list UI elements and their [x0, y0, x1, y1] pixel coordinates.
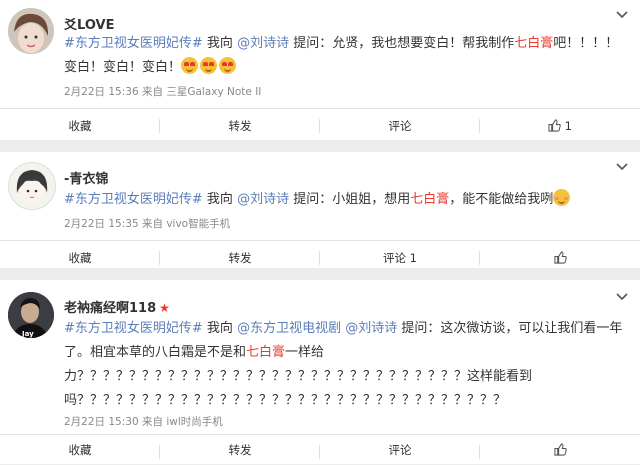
thumbs-up-icon: [553, 251, 567, 264]
text-segment: 我向: [202, 192, 238, 207]
topic-link[interactable]: #东方卫视女医明妃传#: [64, 321, 203, 336]
post-card: -青衣锦 #东方卫视女医明妃传# 我向 @刘诗诗 提问：小姐姐，想用七白膏，能不…: [0, 152, 640, 268]
avatar-image: [8, 8, 54, 54]
like-count: 1: [564, 119, 572, 133]
avatar-image: [9, 163, 55, 209]
chevron-down-icon[interactable]: [616, 8, 628, 22]
username[interactable]: -青衣锦: [64, 168, 108, 187]
post-meta: 2月22日 15:36 来自 三星Galaxy Note II: [64, 86, 262, 98]
text-segment: ，能不能做给我咧: [449, 192, 554, 207]
like-button[interactable]: [480, 435, 640, 465]
chevron-down-icon[interactable]: [616, 290, 628, 304]
mention-link[interactable]: @刘诗诗: [237, 36, 289, 51]
post-text: #东方卫视女医明妃传# 我向 @东方卫视电视剧 @刘诗诗 提问：这次微访谈，可以…: [64, 317, 630, 413]
comment-button[interactable]: 评论 1: [320, 241, 480, 275]
comment-button[interactable]: 评论: [320, 435, 480, 465]
username[interactable]: 老衲痛经啊118: [64, 301, 156, 316]
like-button[interactable]: 1: [480, 109, 640, 143]
avatar-image: Jay: [8, 292, 54, 338]
mention-link[interactable]: @刘诗诗: [345, 321, 397, 336]
repost-button[interactable]: 转发: [160, 241, 320, 275]
mention-link[interactable]: @东方卫视电视剧: [237, 321, 341, 336]
collect-button[interactable]: 收藏: [0, 435, 160, 465]
comment-label: 评论 1: [383, 251, 417, 265]
shy-face-icon: [553, 189, 571, 206]
heart-eyes-icon: [181, 57, 199, 74]
repost-label: 转发: [228, 251, 252, 265]
comment-label: 评论: [388, 119, 412, 133]
repost-label: 转发: [228, 443, 252, 457]
repost-label: 转发: [228, 119, 252, 133]
username[interactable]: 爻LOVE: [64, 14, 114, 33]
action-bar: 收藏 转发 评论: [0, 434, 640, 465]
avatar-text: Jay: [21, 330, 34, 338]
username-row: 老衲痛经啊118 ★: [64, 297, 170, 316]
action-bar: 收藏 转发 评论 1: [0, 108, 640, 143]
thumbs-up-icon: [553, 443, 567, 456]
comment-button[interactable]: 评论: [320, 109, 480, 143]
heart-eyes-icon: [219, 57, 237, 74]
text-segment: 我向: [202, 36, 238, 51]
post-card: Jay 老衲痛经啊118 ★ #东方卫视女医明妃传# 我向 @东方卫视电视剧 @刘…: [0, 280, 640, 464]
topic-link[interactable]: #东方卫视女医明妃传#: [64, 192, 203, 207]
repost-button[interactable]: 转发: [160, 435, 320, 465]
collect-label: 收藏: [68, 119, 92, 133]
text-segment: 我向: [202, 321, 238, 336]
thumbs-up-icon: [548, 119, 561, 132]
keyword-highlight[interactable]: 七白膏: [410, 192, 449, 207]
action-bar: 收藏 转发 评论 1: [0, 240, 640, 275]
post-text: #东方卫视女医明妃传# 我向 @刘诗诗 提问：允贤，我也想要变白！帮我制作七白膏…: [64, 32, 630, 80]
keyword-highlight[interactable]: 七白膏: [246, 345, 285, 360]
collect-button[interactable]: 收藏: [0, 241, 160, 275]
heart-eyes-icon: [200, 57, 218, 74]
post-meta: 2月22日 15:30 来自 iwl时尚手机: [64, 416, 223, 428]
topic-link[interactable]: #东方卫视女医明妃传#: [64, 36, 203, 51]
keyword-highlight[interactable]: 七白膏: [514, 36, 553, 51]
comment-label: 评论: [388, 443, 412, 457]
avatar[interactable]: Jay: [8, 292, 54, 338]
collect-label: 收藏: [68, 443, 92, 457]
collect-label: 收藏: [68, 251, 92, 265]
text-segment: 提问：小姐姐，想用: [289, 192, 411, 207]
avatar[interactable]: [8, 8, 54, 54]
like-button[interactable]: [480, 241, 640, 275]
text-segment: 提问：允贤，我也想要变白！帮我制作: [289, 36, 515, 51]
post-text: #东方卫视女医明妃传# 我向 @刘诗诗 提问：小姐姐，想用七白膏，能不能做给我咧: [64, 188, 630, 212]
red-star-icon: ★: [159, 301, 170, 315]
chevron-down-icon[interactable]: [616, 160, 628, 174]
avatar[interactable]: [8, 162, 56, 210]
post-meta: 2月22日 15:35 来自 vivo智能手机: [64, 218, 231, 230]
mention-link[interactable]: @刘诗诗: [237, 192, 289, 207]
post-card: 爻LOVE #东方卫视女医明妃传# 我向 @刘诗诗 提问：允贤，我也想要变白！帮…: [0, 0, 640, 140]
repost-button[interactable]: 转发: [160, 109, 320, 143]
collect-button[interactable]: 收藏: [0, 109, 160, 143]
